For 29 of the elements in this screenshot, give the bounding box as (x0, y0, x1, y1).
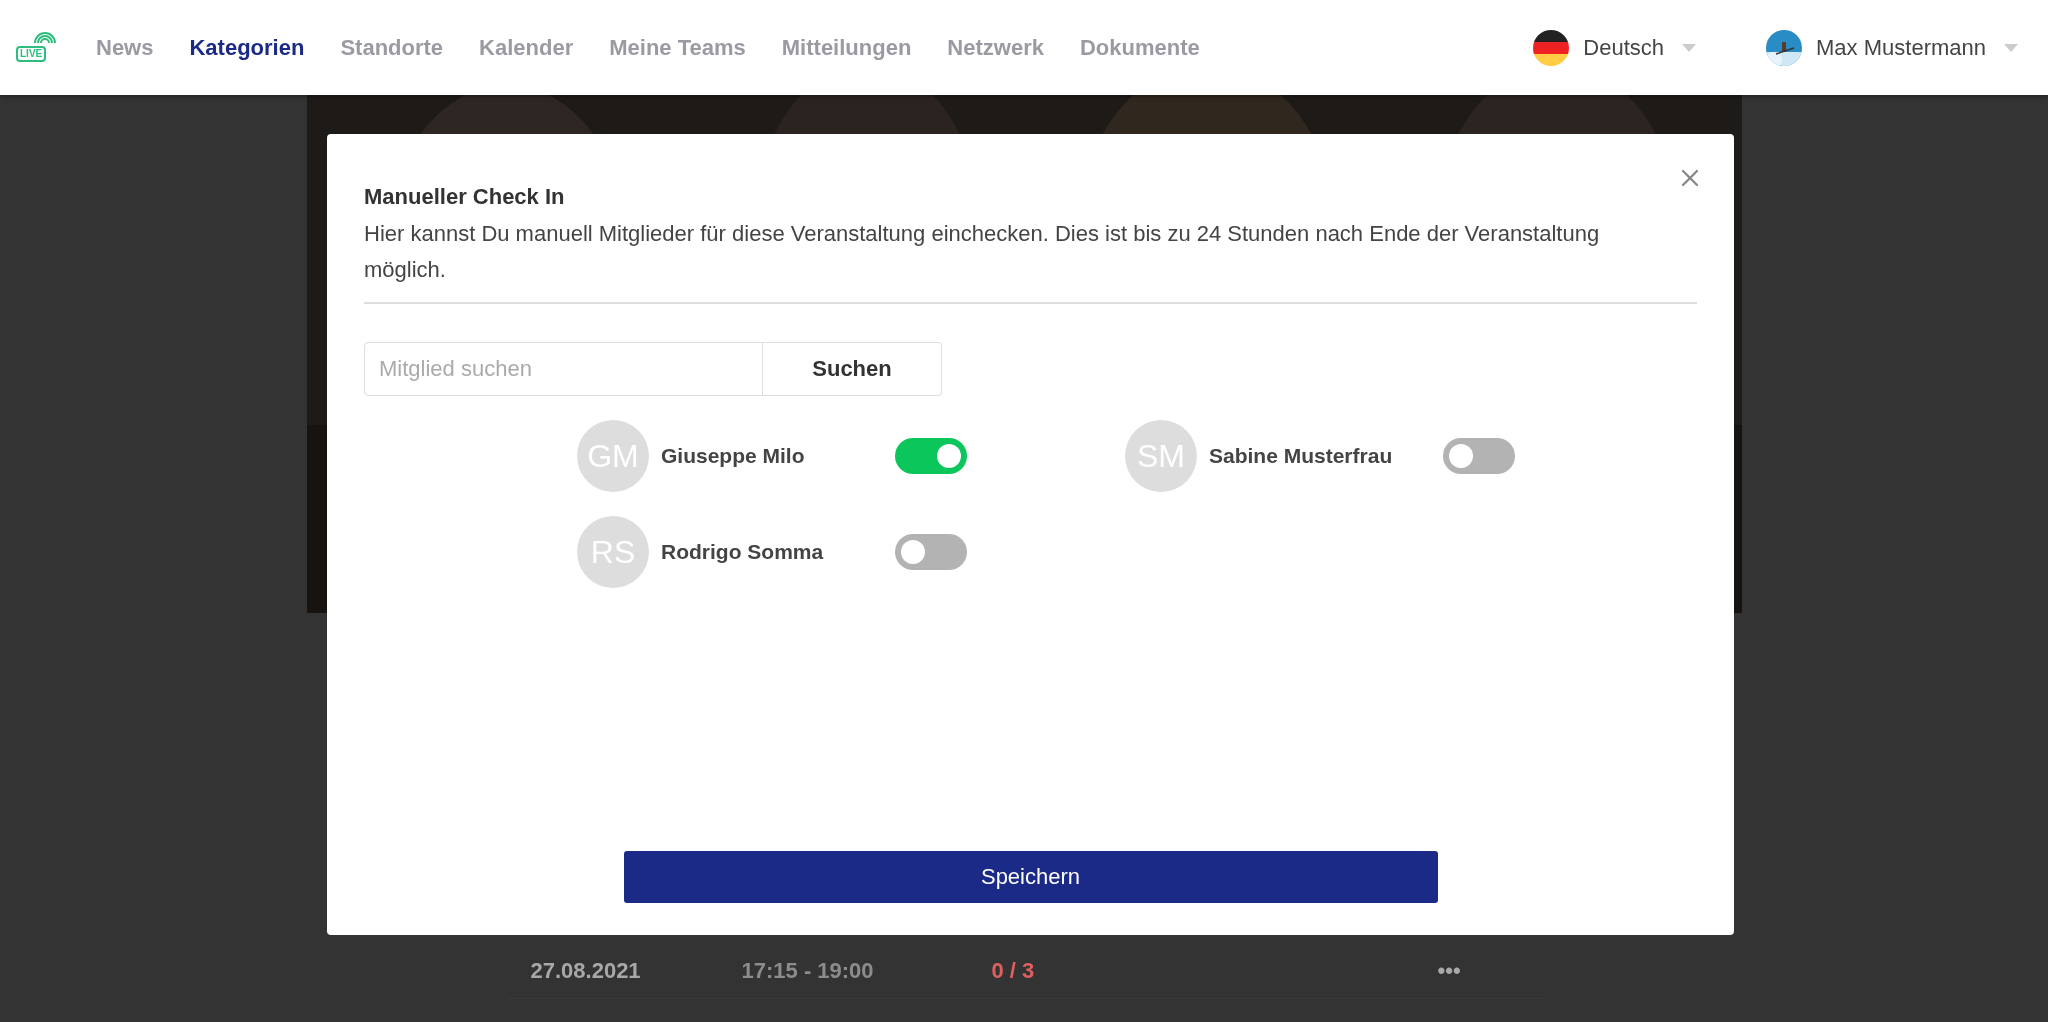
more-button[interactable]: ••• (1437, 957, 1542, 984)
dialog-description: Hier kannst Du manuell Mitglieder für diese Veranstaltung einchecken. Dies ist bis zu 24 Stunden nach Ende der Veranstaltung möglich. (364, 220, 1601, 284)
nav-link[interactable]: Standorte (340, 34, 444, 61)
search-button[interactable]: Suchen (763, 342, 942, 396)
user-menu[interactable]: Max Mustermann (1816, 34, 1986, 61)
nav-link[interactable]: News (96, 34, 154, 61)
member-name: Sabine Musterfrau (1209, 444, 1394, 468)
toggle-switch[interactable] (1443, 438, 1515, 474)
nav-link[interactable]: Netzwerk (947, 34, 1044, 61)
toggle-switch[interactable] (895, 438, 967, 474)
count-cell-text: 0 / 3 (991, 957, 1036, 984)
nav-link[interactable]: Meine Teams (609, 34, 746, 61)
member-name: Rodrigo Somma (661, 540, 825, 564)
caret-icon (1682, 43, 1697, 52)
toggle-switch[interactable] (895, 534, 967, 570)
caret-icon (2004, 43, 2018, 52)
date-cell-text: 27.08.2021 (530, 957, 642, 984)
dialog-title: Manueller Check In (364, 184, 566, 210)
nav-link[interactable]: Mitteilungen (781, 34, 912, 61)
logo[interactable]: LIVE (16, 31, 60, 64)
search-field[interactable]: Mitglied suchen (364, 342, 763, 396)
nav-link[interactable]: Kalender (479, 34, 574, 61)
flag-icon (1533, 29, 1570, 66)
nav-link[interactable]: Dokumente (1079, 34, 1200, 61)
time-cell-text: 17:15 - 19:00 (741, 957, 875, 984)
nav-link[interactable]: Kategorien (189, 34, 305, 61)
language-selector[interactable]: Deutsch (1583, 34, 1665, 61)
member-name: Giuseppe Milo (661, 444, 806, 468)
save-button[interactable]: Speichern (623, 851, 1438, 903)
